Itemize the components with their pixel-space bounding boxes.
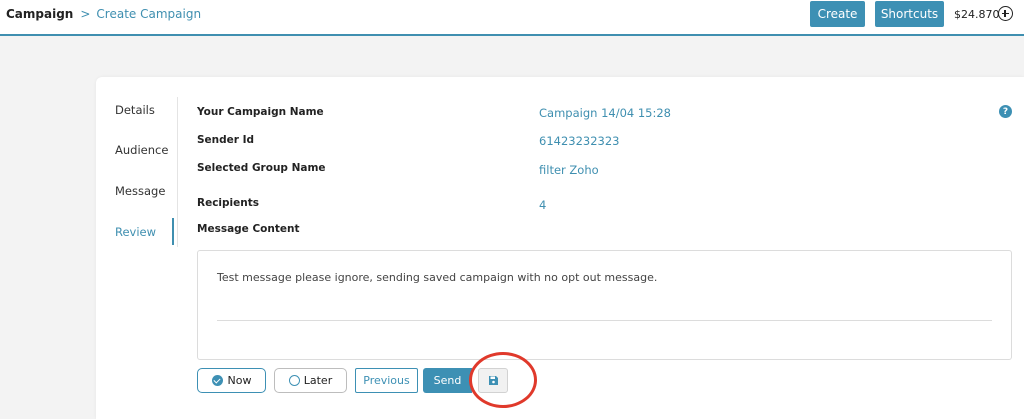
help-icon[interactable]: ? — [999, 105, 1012, 118]
message-text: Test message please ignore, sending save… — [217, 271, 658, 284]
unchecked-radio-icon — [288, 375, 300, 386]
checked-radio-icon — [211, 375, 223, 386]
group-name-label: Selected Group Name — [197, 162, 326, 174]
step-nav: Details Audience Message Review — [96, 77, 178, 277]
campaign-name-value: Campaign 14/04 15:28 — [539, 106, 672, 120]
schedule-now-option[interactable]: Now — [197, 368, 266, 393]
shortcuts-button[interactable]: Shortcuts — [875, 1, 944, 27]
sender-id-value: 61423232323 — [539, 134, 620, 148]
campaign-name-label: Your Campaign Name — [197, 106, 324, 118]
message-content-box: Test message please ignore, sending save… — [197, 250, 1012, 360]
message-content-label: Message Content — [197, 223, 300, 235]
campaign-card: Details Audience Message Review Your Cam… — [96, 77, 1024, 419]
step-message[interactable]: Message — [115, 184, 165, 198]
send-button[interactable]: Send — [423, 368, 472, 393]
schedule-later-option[interactable]: Later — [274, 368, 347, 393]
step-details[interactable]: Details — [115, 103, 155, 117]
plus-circle-icon[interactable] — [998, 6, 1013, 21]
save-button[interactable] — [478, 368, 508, 393]
schedule-later-label: Later — [303, 374, 333, 387]
breadcrumb-current[interactable]: Create Campaign — [96, 7, 201, 21]
breadcrumb: Campaign > Create Campaign — [6, 7, 201, 21]
breadcrumb-separator-icon: > — [80, 7, 91, 21]
schedule-now-label: Now — [227, 374, 252, 387]
message-divider — [217, 320, 992, 321]
recipients-label: Recipients — [197, 197, 260, 209]
account-balance: $24.870 — [954, 8, 1000, 21]
group-name-value: filter Zoho — [539, 163, 599, 177]
step-divider — [177, 97, 178, 247]
top-bar: Campaign > Create Campaign Create Shortc… — [0, 0, 1024, 36]
breadcrumb-root[interactable]: Campaign — [6, 7, 73, 21]
step-audience[interactable]: Audience — [115, 143, 168, 157]
create-button[interactable]: Create — [810, 1, 865, 27]
sender-id-label: Sender Id — [197, 134, 255, 146]
save-icon — [488, 376, 498, 385]
previous-button[interactable]: Previous — [355, 368, 418, 393]
recipients-value: 4 — [539, 198, 547, 212]
active-step-indicator — [172, 218, 174, 245]
step-review[interactable]: Review — [115, 225, 156, 239]
